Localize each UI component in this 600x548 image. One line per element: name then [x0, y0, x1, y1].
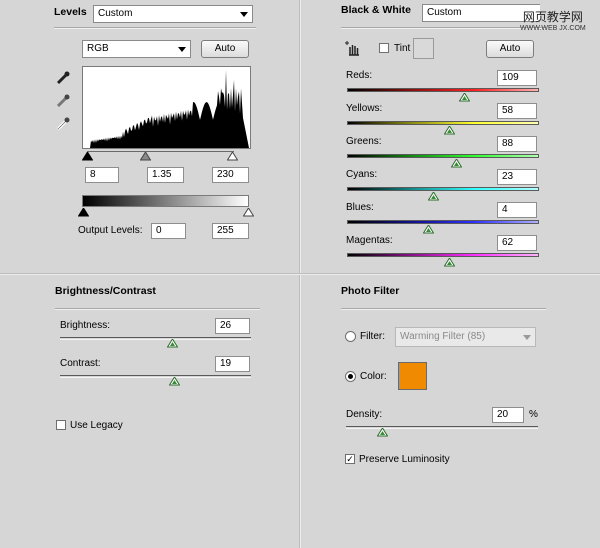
contrast-handle[interactable]	[169, 377, 180, 386]
brightness-label: Brightness:	[60, 320, 111, 331]
color-radio[interactable]	[345, 371, 356, 382]
brightness-field[interactable]: 26	[215, 318, 250, 334]
input-white-handle[interactable]	[227, 152, 238, 161]
preserve-luminosity-label: Preserve Luminosity	[359, 454, 450, 465]
bc-separator	[55, 308, 260, 310]
input-white-field[interactable]: 230	[212, 167, 249, 183]
input-levels-track	[87, 151, 234, 152]
bw-preset-value: Custom	[427, 7, 462, 18]
chevron-down-icon	[523, 335, 531, 340]
input-gamma-handle[interactable]	[140, 152, 151, 161]
tint-color-swatch[interactable]	[413, 38, 434, 59]
bw-slider-field[interactable]: 109	[497, 70, 537, 86]
levels-preset-select[interactable]: Custom	[93, 5, 253, 23]
color-label: Color:	[360, 371, 387, 382]
bw-title: Black & White	[341, 4, 412, 16]
black-eyedropper-icon[interactable]	[55, 70, 71, 86]
levels-preset-value: Custom	[98, 8, 133, 19]
bw-slider-label: Blues:	[346, 202, 374, 213]
watermark: 网页教学网 WWW.WEB JX.COM	[520, 8, 586, 32]
bw-slider-label: Cyans:	[346, 169, 378, 180]
bw-slider-label: Reds:	[346, 70, 373, 81]
output-black-handle[interactable]	[78, 208, 89, 217]
bw-slider-track	[347, 187, 539, 191]
density-track	[346, 426, 538, 429]
tint-checkbox[interactable]	[379, 43, 389, 53]
bw-auto-button[interactable]: Auto	[486, 40, 534, 58]
watermark-line1: 网页教学网	[522, 10, 583, 24]
output-black-field[interactable]: 0	[151, 223, 186, 239]
output-white-handle[interactable]	[243, 208, 254, 217]
tint-label: Tint	[394, 43, 411, 54]
white-eyedropper-icon[interactable]	[55, 116, 71, 132]
use-legacy-checkbox[interactable]	[56, 420, 66, 430]
use-legacy-label: Use Legacy	[70, 420, 123, 431]
bc-title: Brightness/Contrast	[55, 285, 156, 297]
levels-title: Levels	[54, 6, 87, 18]
bw-slider-field[interactable]: 62	[497, 235, 537, 251]
bw-slider-label: Greens:	[346, 136, 382, 147]
horizontal-divider	[0, 273, 600, 275]
density-field[interactable]: 20	[492, 407, 524, 423]
histogram	[82, 66, 251, 149]
contrast-label: Contrast:	[60, 358, 101, 369]
filter-label: Filter:	[360, 331, 385, 342]
channel-select[interactable]: RGB	[82, 40, 191, 58]
brightness-handle[interactable]	[167, 339, 178, 348]
contrast-field[interactable]: 19	[215, 356, 250, 372]
bw-slider-track	[347, 154, 539, 158]
bw-slider-handle[interactable]	[443, 258, 455, 267]
watermark-line2: WWW.WEB JX.COM	[520, 25, 586, 32]
filter-radio[interactable]	[345, 331, 356, 342]
input-black-handle[interactable]	[82, 152, 93, 161]
contrast-track	[60, 375, 251, 378]
filter-color-swatch[interactable]	[398, 362, 427, 390]
density-handle[interactable]	[377, 428, 388, 437]
brightness-track	[60, 337, 251, 340]
chevron-down-icon	[178, 47, 186, 52]
bw-slider-field[interactable]: 23	[497, 169, 537, 185]
gray-eyedropper-icon[interactable]	[55, 93, 71, 109]
density-label: Density:	[346, 409, 383, 420]
bw-slider-handle[interactable]	[459, 93, 471, 102]
chevron-down-icon	[240, 12, 248, 17]
output-white-field[interactable]: 255	[212, 223, 249, 239]
channel-value: RGB	[87, 43, 109, 54]
bw-slider-label: Yellows:	[346, 103, 383, 114]
output-gradient-bar	[82, 195, 249, 207]
filter-value: Warming Filter (85)	[400, 331, 486, 342]
bw-slider-label: Magentas:	[346, 235, 393, 246]
input-gamma-field[interactable]: 1.35	[147, 167, 184, 183]
input-black-field[interactable]: 8	[85, 167, 119, 183]
bw-slider-handle[interactable]	[451, 159, 463, 168]
density-unit: %	[529, 409, 538, 420]
bw-slider-field[interactable]: 58	[497, 103, 537, 119]
bw-slider-track	[347, 121, 539, 125]
bw-separator	[341, 27, 546, 29]
pf-title: Photo Filter	[341, 285, 400, 297]
bw-slider-handle[interactable]	[428, 192, 440, 201]
bw-slider-track	[347, 88, 539, 92]
filter-select[interactable]: Warming Filter (85)	[395, 327, 536, 347]
bw-slider-track	[347, 220, 539, 224]
bw-slider-handle[interactable]	[443, 126, 455, 135]
levels-separator	[54, 27, 256, 29]
bw-slider-field[interactable]: 4	[497, 202, 537, 218]
hand-adjust-icon[interactable]	[344, 40, 362, 58]
bw-slider-handle[interactable]	[422, 225, 434, 234]
preserve-luminosity-checkbox[interactable]: ✓	[345, 454, 355, 464]
output-levels-label: Output Levels:	[78, 225, 143, 236]
bw-slider-field[interactable]: 88	[497, 136, 537, 152]
levels-auto-button[interactable]: Auto	[201, 40, 249, 58]
pf-separator	[341, 308, 546, 310]
bw-slider-track	[347, 253, 539, 257]
